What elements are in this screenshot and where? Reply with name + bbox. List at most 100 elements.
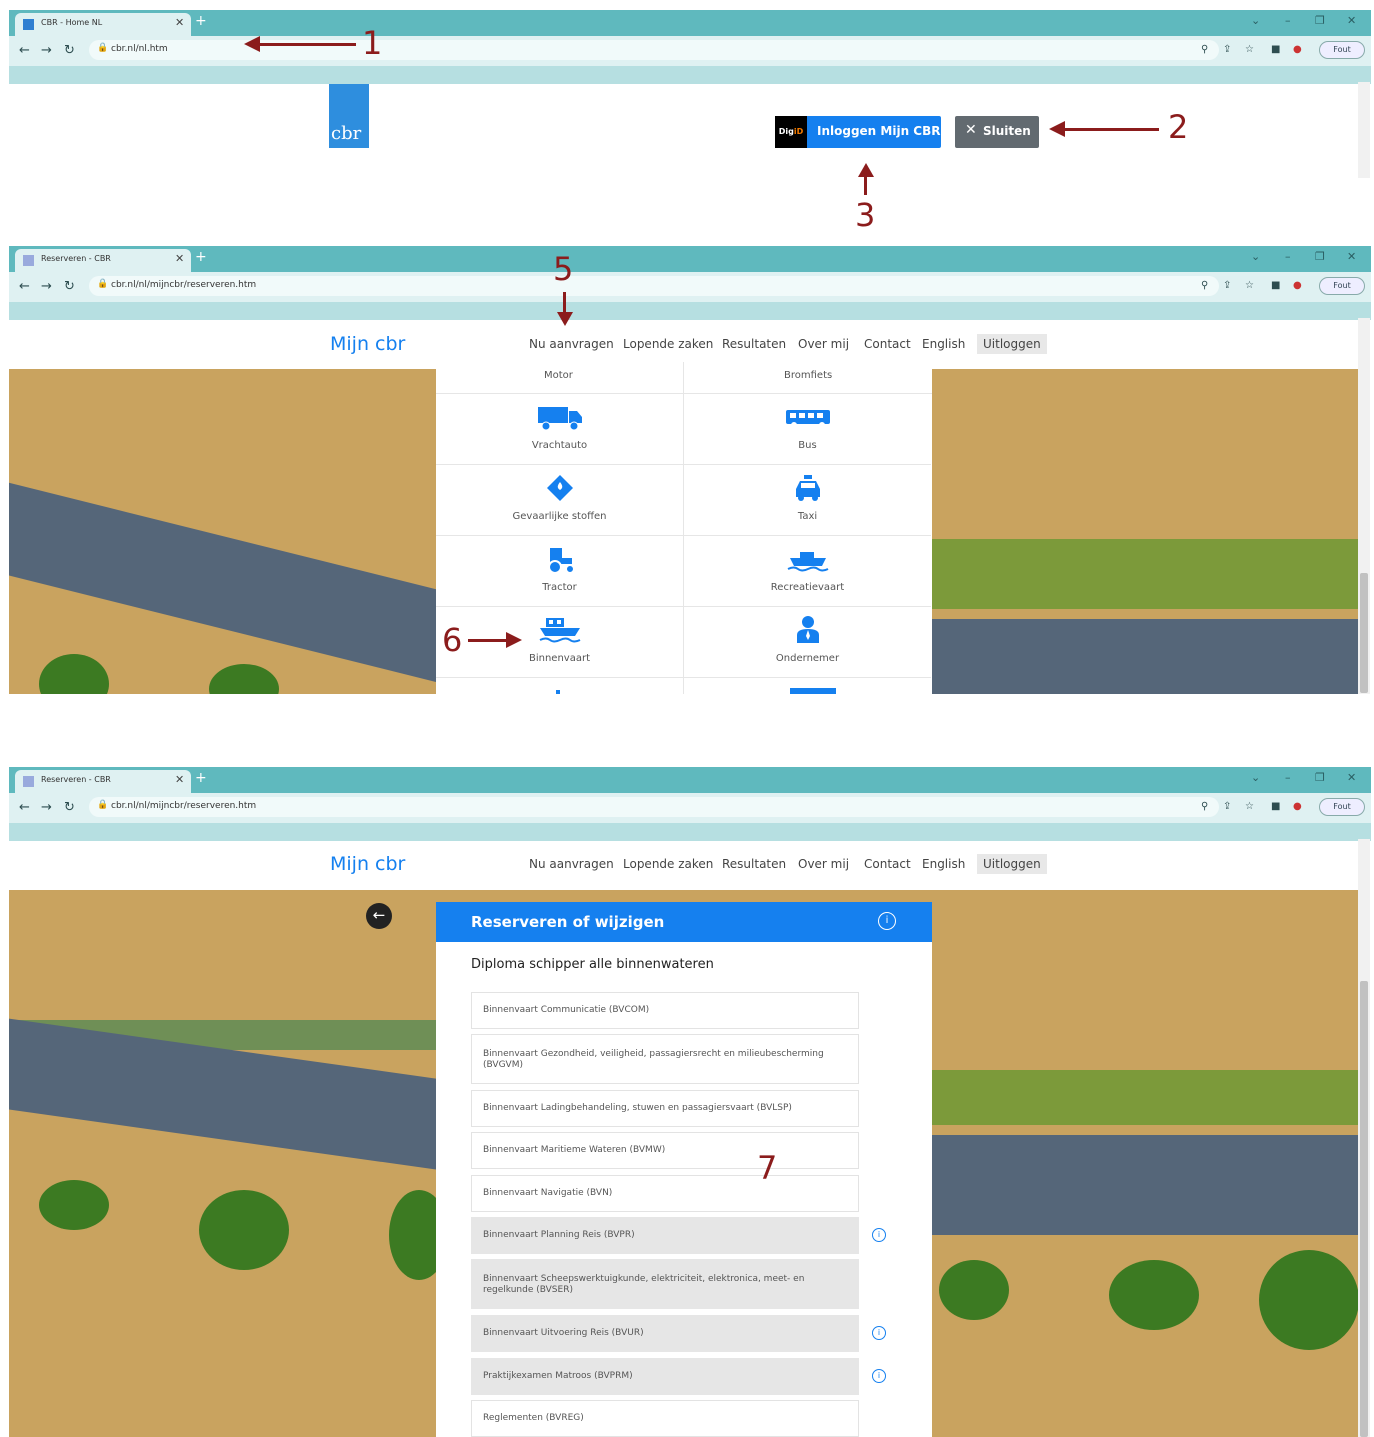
tab-search-icon[interactable]: ⌄ xyxy=(1251,250,1260,263)
scrollbar[interactable] xyxy=(1358,839,1370,1437)
side-panel-icon[interactable]: ■ xyxy=(1271,280,1280,291)
extension-icon[interactable]: ● xyxy=(1293,801,1302,812)
dropdown-item-motor[interactable]: Motor xyxy=(544,370,573,381)
menu-uitloggen[interactable]: Uitloggen xyxy=(977,854,1047,874)
tab-close-icon[interactable]: ✕ xyxy=(175,16,184,29)
extension-icon[interactable]: ● xyxy=(1293,44,1302,55)
bookmark-star-icon[interactable]: ☆ xyxy=(1245,44,1254,55)
cbr-logo[interactable]: cbr xyxy=(329,84,369,148)
window-close-icon[interactable]: ✕ xyxy=(1347,250,1356,263)
minimize-icon[interactable]: – xyxy=(1285,14,1291,27)
bookmark-star-icon[interactable]: ☆ xyxy=(1245,280,1254,291)
back-arrow-icon[interactable]: ← xyxy=(366,903,392,929)
dropdown-item-ondernemer[interactable]: Ondernemer xyxy=(684,607,931,678)
share-icon[interactable]: ⇪ xyxy=(1223,801,1231,812)
extension-icon[interactable]: ● xyxy=(1293,280,1302,291)
scrollbar[interactable] xyxy=(1358,82,1370,178)
back-icon[interactable]: ← xyxy=(19,279,30,294)
restore-icon[interactable]: ❐ xyxy=(1315,250,1325,263)
menu-english[interactable]: English xyxy=(922,857,965,871)
menu-contact[interactable]: Contact xyxy=(864,337,911,351)
bookmark-star-icon[interactable]: ☆ xyxy=(1245,801,1254,812)
tab-close-icon[interactable]: ✕ xyxy=(175,773,184,786)
profile-error-button[interactable]: Fout xyxy=(1319,798,1365,816)
zoom-icon[interactable]: ⚲ xyxy=(1201,801,1208,812)
exam-option-bvgvm[interactable]: Binnenvaart Gezondheid, veiligheid, pass… xyxy=(471,1034,859,1084)
window-close-icon[interactable]: ✕ xyxy=(1347,14,1356,27)
item-label: Taxi xyxy=(797,511,818,522)
tab-search-icon[interactable]: ⌄ xyxy=(1251,14,1260,27)
exam-option-bvn[interactable]: Binnenvaart Navigatie (BVN) xyxy=(471,1175,859,1212)
zoom-icon[interactable]: ⚲ xyxy=(1201,280,1208,291)
new-tab-icon[interactable]: + xyxy=(195,249,207,265)
tab-home[interactable]: CBR - Home NL ✕ xyxy=(15,13,191,36)
dropdown-item-gevaarlijke-stoffen[interactable]: Gevaarlijke stoffen xyxy=(436,465,683,536)
share-icon[interactable]: ⇪ xyxy=(1223,280,1231,291)
side-panel-icon[interactable]: ■ xyxy=(1271,44,1280,55)
dropdown-item-tractor[interactable]: Tractor xyxy=(436,536,683,607)
tab-reserveren[interactable]: Reserveren - CBR ✕ xyxy=(15,770,191,793)
menu-nu-aanvragen[interactable]: Nu aanvragen xyxy=(529,857,614,871)
scrollbar-thumb[interactable] xyxy=(1360,573,1368,693)
reload-icon[interactable]: ↻ xyxy=(64,800,75,815)
url-text: cbr.nl/nl/mijncbr/reserveren.htm xyxy=(111,801,257,811)
restore-icon[interactable]: ❐ xyxy=(1315,771,1325,784)
site-title[interactable]: Mijn cbr xyxy=(330,853,405,875)
tab-reserveren[interactable]: Reserveren - CBR ✕ xyxy=(15,249,191,272)
back-icon[interactable]: ← xyxy=(19,800,30,815)
close-button[interactable]: ✕ Sluiten xyxy=(955,116,1039,148)
side-panel-icon[interactable]: ■ xyxy=(1271,801,1280,812)
zoom-icon[interactable]: ⚲ xyxy=(1201,44,1208,55)
minimize-icon[interactable]: – xyxy=(1285,250,1291,263)
dropdown-item-binnenvaart[interactable]: Binnenvaart xyxy=(436,607,683,678)
profile-error-button[interactable]: Fout xyxy=(1319,41,1365,59)
forward-icon[interactable]: → xyxy=(41,279,52,294)
reservation-card: Reserveren of wijzigen i Diploma schippe… xyxy=(436,902,932,1437)
forward-icon[interactable]: → xyxy=(41,800,52,815)
menu-english[interactable]: English xyxy=(922,337,965,351)
menu-nu-aanvragen[interactable]: Nu aanvragen xyxy=(529,337,614,351)
exam-option-bvreg[interactable]: Reglementen (BVREG) xyxy=(471,1400,859,1437)
dropdown-item-taxi[interactable]: Taxi xyxy=(684,465,931,536)
new-tab-icon[interactable]: + xyxy=(195,13,207,29)
annotation-arrowhead-icon xyxy=(557,312,573,326)
tab-search-icon[interactable]: ⌄ xyxy=(1251,771,1260,784)
exam-option-bvlsp[interactable]: Binnenvaart Ladingbehandeling, stuwen en… xyxy=(471,1090,859,1127)
login-mijn-cbr-button[interactable]: DigiD Inloggen Mijn CBR xyxy=(775,116,941,148)
dropdown-item-bromfiets[interactable]: Bromfiets xyxy=(784,370,832,381)
profile-error-button[interactable]: Fout xyxy=(1319,277,1365,295)
info-icon[interactable]: i xyxy=(872,1326,886,1340)
info-icon[interactable]: i xyxy=(872,1369,886,1383)
menu-over-mij[interactable]: Over mij xyxy=(798,337,849,351)
info-icon[interactable]: i xyxy=(878,912,896,930)
scrollbar[interactable] xyxy=(1358,318,1370,694)
reload-icon[interactable]: ↻ xyxy=(64,43,75,58)
site-title[interactable]: Mijn cbr xyxy=(330,333,405,355)
menu-lopende-zaken[interactable]: Lopende zaken xyxy=(623,857,713,871)
menu-lopende-zaken[interactable]: Lopende zaken xyxy=(623,337,713,351)
restore-icon[interactable]: ❐ xyxy=(1315,14,1325,27)
exam-option-bvcom[interactable]: Binnenvaart Communicatie (BVCOM) xyxy=(471,992,859,1029)
new-tab-icon[interactable]: + xyxy=(195,770,207,786)
menu-resultaten[interactable]: Resultaten xyxy=(722,337,786,351)
scrollbar-thumb[interactable] xyxy=(1360,981,1368,1437)
info-icon[interactable]: i xyxy=(872,1228,886,1242)
menu-over-mij[interactable]: Over mij xyxy=(798,857,849,871)
menu-uitloggen[interactable]: Uitloggen xyxy=(977,334,1047,354)
tab-close-icon[interactable]: ✕ xyxy=(175,252,184,265)
minimize-icon[interactable]: – xyxy=(1285,771,1291,784)
forward-icon[interactable]: → xyxy=(41,43,52,58)
reload-icon[interactable]: ↻ xyxy=(64,279,75,294)
logo-text: cbr xyxy=(331,123,362,144)
dropdown-item-vrachtauto[interactable]: Vrachtauto xyxy=(436,394,683,465)
exam-option-bvmw[interactable]: Binnenvaart Maritieme Wateren (BVMW) xyxy=(471,1132,859,1169)
share-icon[interactable]: ⇪ xyxy=(1223,44,1231,55)
menu-resultaten[interactable]: Resultaten xyxy=(722,857,786,871)
url-field[interactable]: 🔒 cbr.nl/nl/mijncbr/reserveren.htm xyxy=(89,797,1219,817)
dropdown-item-bus[interactable]: Bus xyxy=(684,394,931,465)
dropdown-item-recreatievaart[interactable]: Recreatievaart xyxy=(684,536,931,607)
back-icon[interactable]: ← xyxy=(19,43,30,58)
menu-contact[interactable]: Contact xyxy=(864,857,911,871)
window-close-icon[interactable]: ✕ xyxy=(1347,771,1356,784)
url-field[interactable]: 🔒 cbr.nl/nl/mijncbr/reserveren.htm xyxy=(89,276,1219,296)
